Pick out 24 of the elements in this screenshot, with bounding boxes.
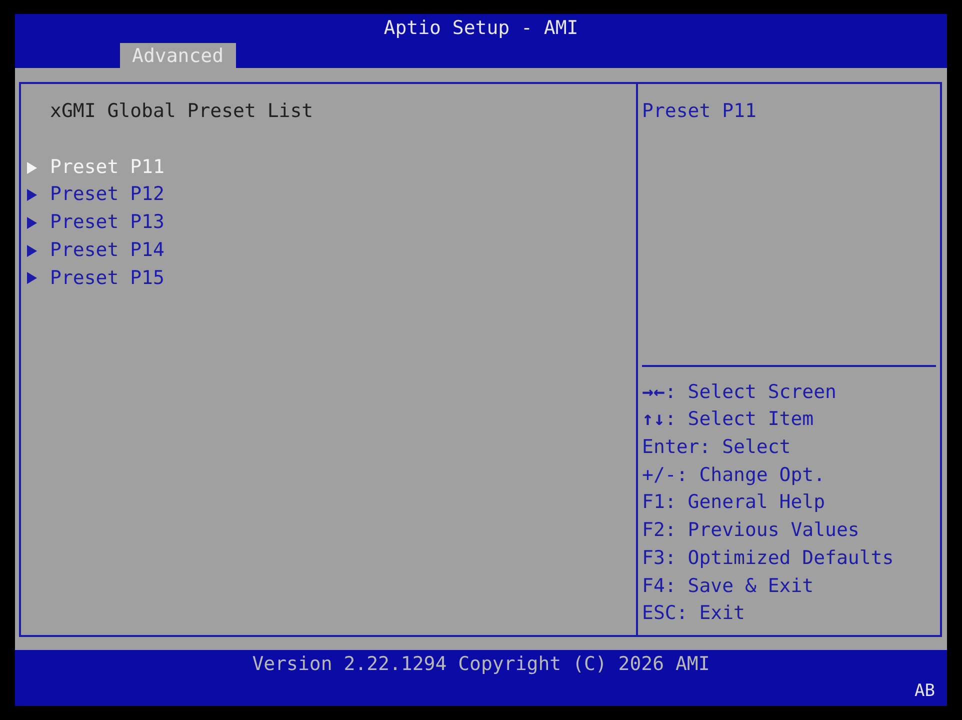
menu-item[interactable]: Preset P11 [21, 154, 164, 182]
footer-label: AB [914, 680, 935, 703]
caret-icon [26, 244, 38, 258]
caret-icon [26, 160, 38, 175]
window-title: Aptio Setup - AMI [384, 16, 578, 41]
version-text: Version 2.22.1294 Copyright (C) 2026 AMI [252, 652, 710, 677]
caret-icon [26, 216, 38, 230]
key-hint: F3: Optimized Defaults [642, 546, 894, 571]
menu-item[interactable]: Preset P12 [21, 181, 164, 210]
key-hint: +/-: Change Opt. [642, 462, 826, 488]
menu-item[interactable]: Preset P14 [21, 236, 164, 265]
key-hint: F2: Previous Values [642, 518, 860, 544]
menu-item[interactable]: Preset P13 [21, 209, 164, 237]
key-hint: ↑↓: Select Item [642, 407, 814, 432]
section-heading: xGMI Global Preset List [49, 99, 314, 124]
caret-icon [26, 271, 38, 286]
key-hint: →←: Select Screen [642, 380, 836, 405]
key-hint: F1: General Help [642, 490, 826, 516]
key-hint: Enter: Select [642, 435, 791, 460]
help-text: Preset P11 [642, 99, 756, 124]
menu-item[interactable]: Preset P15 [21, 264, 164, 292]
caret-icon [26, 188, 38, 202]
key-hint: F4: Save & Exit [642, 574, 814, 599]
key-hint: ESC: Exit [642, 601, 745, 626]
